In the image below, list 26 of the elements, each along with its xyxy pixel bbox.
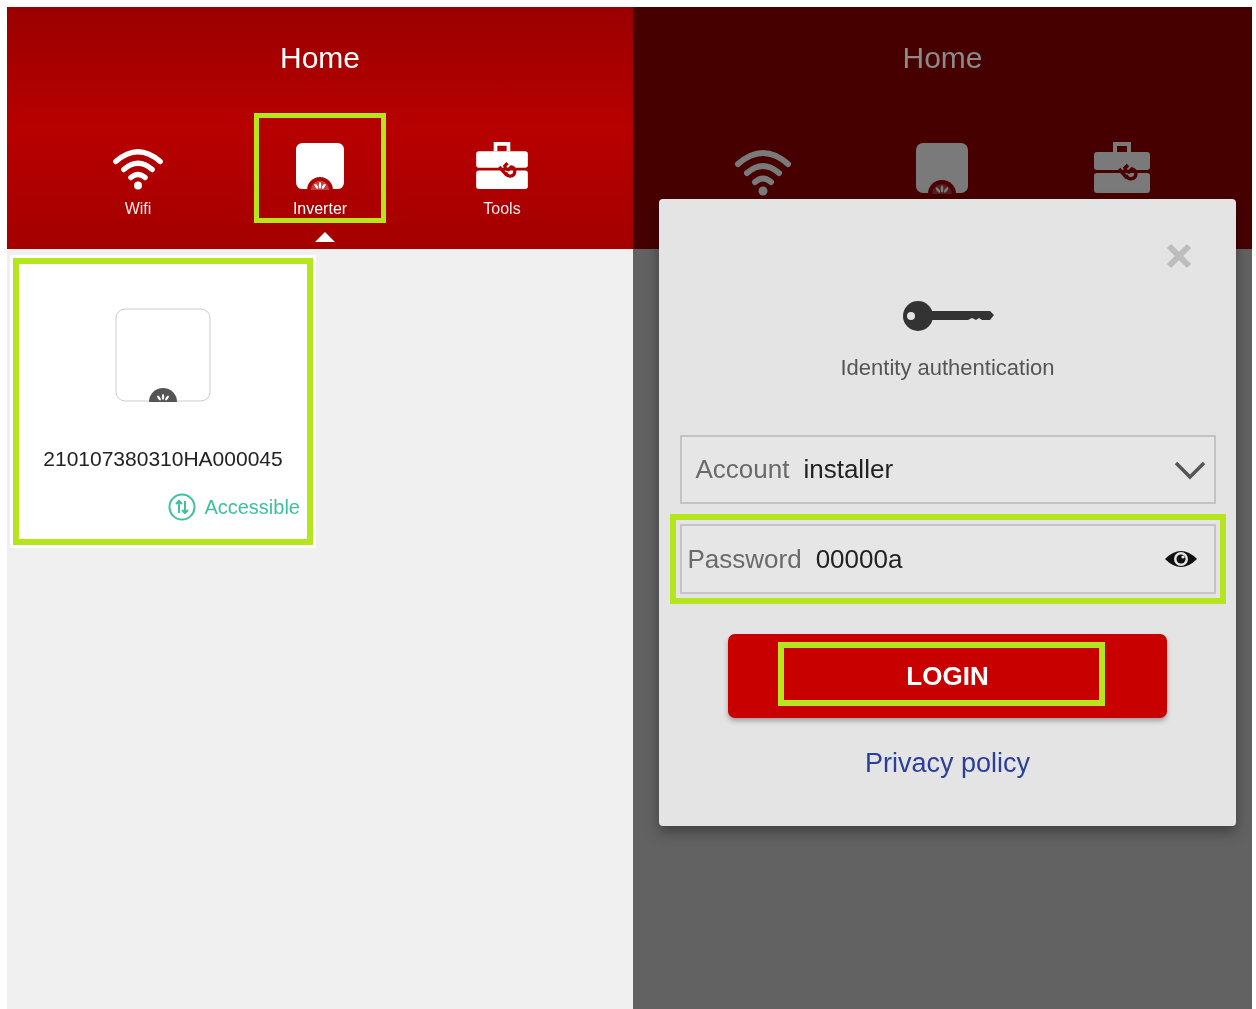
password-field[interactable]: Password 00000a: [669, 514, 1226, 604]
tab[interactable]: Tools: [436, 113, 568, 223]
login-button[interactable]: LOGIN: [728, 634, 1167, 718]
transfer-arrows-icon: [168, 493, 197, 521]
close-icon: [1166, 243, 1192, 269]
field-value: installer: [803, 454, 895, 485]
inverter-icon: [293, 142, 347, 190]
field-label: Password: [687, 543, 802, 575]
screen-title: Home: [280, 41, 360, 75]
device-serial: 210107380310HA000045: [43, 447, 283, 471]
device-card[interactable]: 210107380310HA000045 Accessible: [10, 255, 316, 548]
inverter-device-icon: [115, 308, 211, 403]
toolbox-icon: [473, 142, 531, 190]
chevron-down-icon: [1173, 459, 1206, 480]
screen-title: Home: [902, 41, 983, 75]
device-status: Accessible: [204, 495, 300, 519]
key-icon: [901, 299, 994, 333]
field-value: 00000a: [815, 543, 904, 575]
field-label: Account: [695, 454, 790, 485]
inverter-icon: [915, 142, 970, 194]
account-dropdown[interactable]: Account installer: [679, 435, 1216, 504]
privacy-policy-link[interactable]: Privacy policy: [864, 748, 1030, 779]
selection-pointer-icon: [315, 232, 335, 242]
toolbox-icon: [1093, 142, 1152, 194]
tab[interactable]: Wifi: [72, 113, 204, 223]
dialog-title: Identity authentication: [840, 355, 1055, 381]
